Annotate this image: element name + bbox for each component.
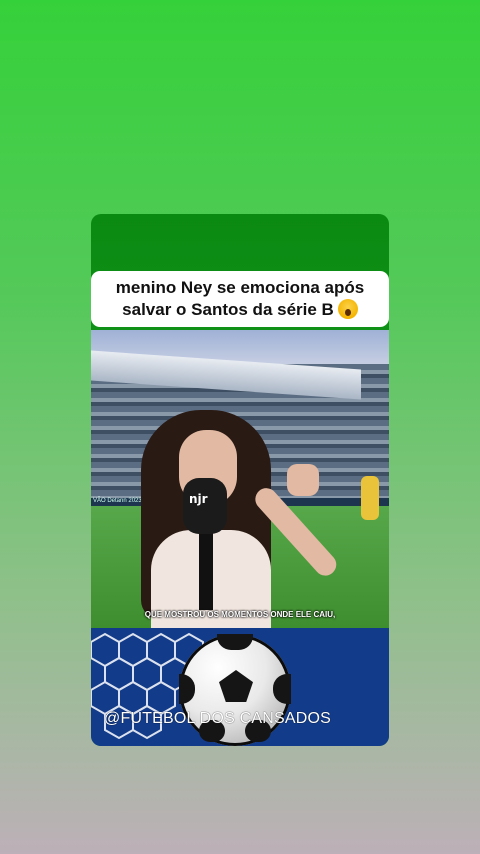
- channel-footer: @FUTEBOL DOS CANSADOS: [91, 628, 389, 746]
- post-card[interactable]: menino Ney se emociona após salvar o San…: [91, 214, 389, 746]
- microphone-handle: [199, 530, 213, 610]
- post-headline: menino Ney se emociona após salvar o San…: [91, 271, 389, 327]
- background-player: [361, 476, 379, 520]
- video-subtitle: QUE MOSTROU OS MOMENTOS ONDE ELE CAIU,: [144, 610, 336, 619]
- microphone-icon: [183, 478, 227, 534]
- microphone-logo: njr: [189, 492, 208, 506]
- headline-line-1: menino Ney se emociona após: [115, 278, 365, 297]
- headline-line-2: salvar o Santos da série B: [122, 300, 334, 319]
- face-screaming-in-fear-icon: [337, 299, 358, 319]
- soccer-ball-icon: [179, 634, 291, 746]
- video-frame[interactable]: VÃO Detann 2023 njr QUE MOSTROU OS MOMEN…: [91, 330, 389, 628]
- channel-watermark: @FUTEBOL DOS CANSADOS: [104, 710, 331, 727]
- banner-text: VÃO Detann 2023: [93, 498, 142, 504]
- reporter-fist: [287, 464, 319, 496]
